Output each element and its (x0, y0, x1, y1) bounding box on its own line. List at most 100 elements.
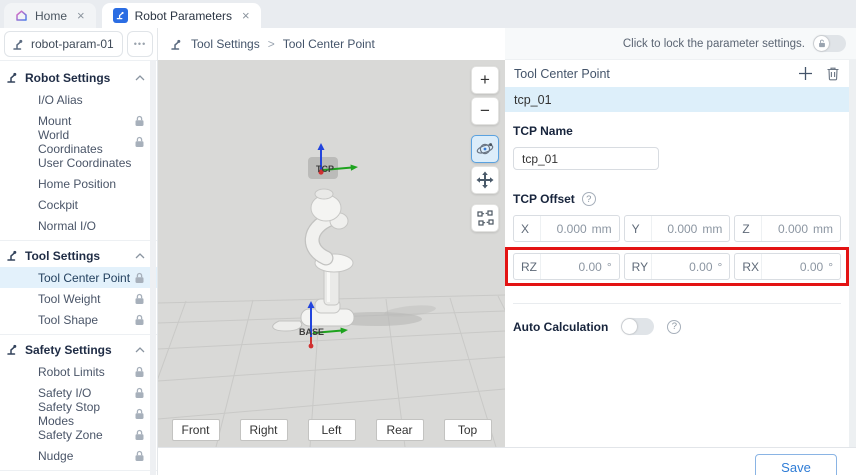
measure-button[interactable] (471, 204, 499, 232)
robot-section-icon (6, 343, 19, 356)
sidebar-item-home-position[interactable]: Home Position (0, 173, 157, 194)
offset-x-input[interactable] (541, 222, 589, 236)
auto-calculation-label: Auto Calculation (513, 320, 608, 334)
view-top-button[interactable]: Top (444, 419, 492, 441)
offset-x-field: X mm (513, 215, 620, 242)
sidebar-divider (0, 470, 157, 471)
orbit-icon (476, 140, 494, 158)
more-options-button[interactable]: ••• (127, 31, 153, 57)
robot-parameters-app: Home × Robot Parameters × (0, 0, 856, 475)
tcp-name-input[interactable] (513, 147, 659, 170)
lock-banner: Click to lock the parameter settings. (505, 28, 856, 60)
auto-calculation-help-icon[interactable]: ? (667, 320, 681, 334)
section-robot-settings[interactable]: Robot Settings (0, 66, 157, 89)
offset-rz-input[interactable] (541, 260, 604, 274)
offset-rz-field: RZ ° (513, 253, 620, 280)
delete-tcp-button[interactable] (826, 66, 840, 81)
save-button[interactable]: Save (755, 454, 837, 475)
param-file-selector[interactable]: robot-param-01 (4, 31, 123, 57)
viewport-controls: + − (471, 66, 499, 232)
sidebar-item-safety-stop-modes[interactable]: Safety Stop Modes (0, 403, 157, 424)
offset-z-input[interactable] (762, 222, 810, 236)
auto-calculation-toggle[interactable] (621, 318, 654, 335)
offset-z-field: Z mm (734, 215, 841, 242)
section-title: Robot Settings (25, 71, 110, 85)
robot-3d-viewport[interactable]: TCP BASE + − (158, 60, 505, 447)
view-preset-buttons: Front Right Left Rear Top (158, 419, 505, 441)
lock-icon (134, 272, 145, 284)
lock-icon (134, 450, 145, 462)
section-tool-settings[interactable]: Tool Settings (0, 244, 157, 267)
footer: Save (158, 447, 856, 475)
panel-divider (513, 303, 841, 304)
chevron-up-icon (135, 347, 145, 353)
zoom-in-button[interactable]: + (471, 66, 499, 94)
measure-points-icon (477, 210, 494, 227)
lock-banner-text: Click to lock the parameter settings. (623, 38, 805, 50)
sidebar-item-tool-center-point[interactable]: Tool Center Point (0, 267, 157, 288)
offset-ry-field: RY ° (624, 253, 731, 280)
breadcrumb: Tool Settings > Tool Center Point (158, 28, 505, 60)
offset-rx-input[interactable] (762, 260, 825, 274)
sidebar-item-cockpit[interactable]: Cockpit (0, 194, 157, 215)
sidebar-nav: Robot Settings I/O Alias Mount World Coo… (0, 64, 157, 471)
sidebar-scrollbar[interactable] (150, 60, 156, 475)
sidebar-divider (0, 240, 157, 241)
offset-y-input[interactable] (652, 222, 700, 236)
home-icon (15, 9, 28, 22)
view-right-button[interactable]: Right (240, 419, 288, 441)
tcp-list-item-selected[interactable]: tcp_01 (505, 87, 849, 112)
robot-section-icon (6, 71, 19, 84)
tcp-settings-panel: Tool Center Point tcp_01 T (505, 60, 856, 447)
breadcrumb-section[interactable]: Tool Settings (191, 37, 260, 51)
breadcrumb-page: Tool Center Point (283, 37, 375, 51)
breadcrumb-separator: > (268, 37, 275, 51)
lock-icon (134, 429, 145, 441)
tab-home-label: Home (35, 9, 67, 23)
tcp-offset-help-icon[interactable]: ? (582, 192, 596, 206)
robot-breadcrumb-icon (170, 38, 183, 51)
base-frame-label: BASE (299, 327, 324, 337)
lock-icon (134, 387, 145, 399)
sidebar-divider (0, 334, 157, 335)
sidebar: robot-param-01 ••• Robot Settings I/O Al… (0, 28, 158, 475)
sidebar-item-tool-weight[interactable]: Tool Weight (0, 288, 157, 309)
section-safety-settings[interactable]: Safety Settings (0, 338, 157, 361)
lock-icon (134, 293, 145, 305)
rotation-highlight-box: RZ ° RY ° RX ° (505, 247, 849, 286)
orbit-rotate-button[interactable] (471, 135, 499, 163)
chevron-up-icon (135, 253, 145, 259)
lock-icon (134, 136, 145, 148)
parameter-lock-toggle[interactable] (813, 35, 846, 52)
offset-y-field: Y mm (624, 215, 731, 242)
sidebar-item-robot-limits[interactable]: Robot Limits (0, 361, 157, 382)
chevron-up-icon (135, 75, 145, 81)
zoom-out-button[interactable]: − (471, 97, 499, 125)
sidebar-item-io-alias[interactable]: I/O Alias (0, 89, 157, 110)
sidebar-divider (0, 60, 157, 61)
param-file-name: robot-param-01 (31, 37, 114, 51)
lock-icon (134, 115, 145, 127)
view-left-button[interactable]: Left (308, 419, 356, 441)
offset-ry-input[interactable] (652, 260, 715, 274)
param-file-row: robot-param-01 ••• (0, 28, 157, 60)
panel-scrollbar[interactable] (849, 60, 856, 447)
pan-button[interactable] (471, 166, 499, 194)
robot-3d-scene: TCP BASE (158, 60, 505, 447)
sidebar-item-nudge[interactable]: Nudge (0, 445, 157, 466)
tab-robot-parameters-close-icon[interactable]: × (242, 9, 250, 22)
add-tcp-button[interactable] (798, 66, 813, 81)
view-rear-button[interactable]: Rear (376, 419, 424, 441)
sidebar-item-normal-io[interactable]: Normal I/O (0, 215, 157, 236)
sidebar-item-world-coordinates[interactable]: World Coordinates (0, 131, 157, 152)
lock-icon (134, 408, 145, 420)
tab-bar: Home × Robot Parameters × (0, 0, 856, 28)
lock-icon (134, 314, 145, 326)
pan-arrows-icon (476, 171, 494, 189)
robot-file-icon (12, 38, 25, 51)
tab-robot-parameters[interactable]: Robot Parameters × (102, 3, 261, 28)
sidebar-item-tool-shape[interactable]: Tool Shape (0, 309, 157, 330)
tab-home[interactable]: Home × (4, 3, 96, 28)
view-front-button[interactable]: Front (172, 419, 220, 441)
tab-home-close-icon[interactable]: × (77, 9, 85, 22)
